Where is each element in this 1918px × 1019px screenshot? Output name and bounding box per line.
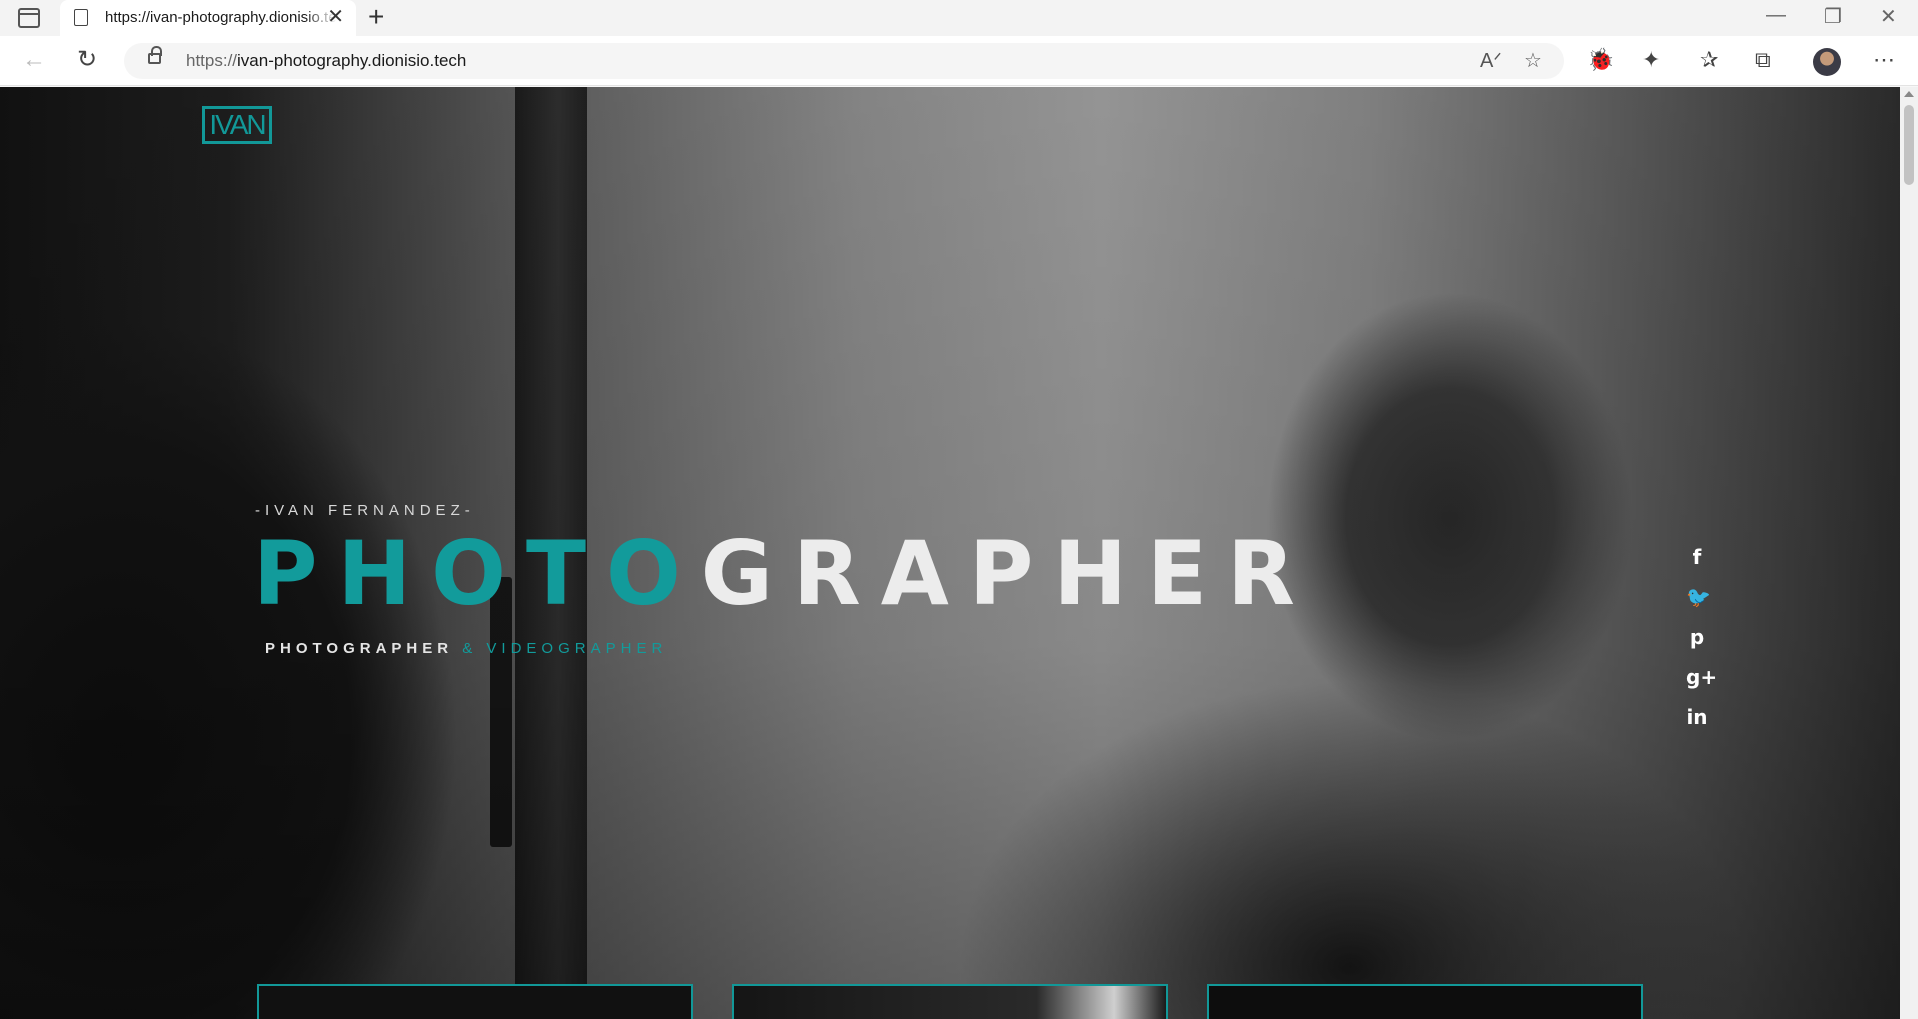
hero-section: IVAN -IVAN FERNANDEZ- PHOTOGRAPHER PHOTO…: [0, 87, 1900, 1019]
twitter-icon[interactable]: 🐦: [1686, 577, 1711, 617]
extension-icon[interactable]: 🐞: [1587, 46, 1614, 74]
site-logo[interactable]: IVAN: [202, 106, 272, 144]
puzzle-icon[interactable]: ✦: [1642, 46, 1660, 74]
browser-toolbar: ← ↻ https://ivan-photography.dionisio.te…: [0, 36, 1918, 86]
browser-tab[interactable]: https://ivan-photography.dionisio.tech ✕: [60, 0, 356, 36]
tagline-plain: PHOTOGRAPHER: [265, 640, 454, 657]
scroll-up-icon[interactable]: [1904, 91, 1914, 97]
portfolio-card-2[interactable]: [732, 984, 1168, 1019]
favorites-icon[interactable]: ✰: [1700, 46, 1718, 74]
tab-bar: https://ivan-photography.dionisio.tech ✕…: [0, 0, 1918, 36]
restore-icon[interactable]: ❐: [1824, 4, 1842, 29]
hero-title-rest: GRAPHER: [700, 522, 1315, 625]
window-close-icon[interactable]: ✕: [1880, 4, 1897, 29]
back-icon[interactable]: ←: [22, 46, 46, 74]
profile-avatar[interactable]: [1813, 48, 1841, 76]
hero-title: PHOTOGRAPHER: [253, 524, 1315, 624]
google-plus-icon[interactable]: g+: [1686, 657, 1717, 697]
address-bar[interactable]: https://ivan-photography.dionisio.tech A…: [124, 43, 1564, 79]
portfolio-card-1[interactable]: [257, 984, 693, 1019]
tagline-accent: & VIDEOGRAPHER: [453, 640, 668, 657]
hero-title-accent: PHOTO: [253, 522, 701, 625]
read-aloud-icon[interactable]: A͏ᐟ: [1480, 48, 1502, 73]
refresh-icon[interactable]: ↻: [77, 46, 97, 74]
page-scrollbar[interactable]: [1900, 87, 1918, 1019]
social-links: f 🐦 p g+ in: [1686, 537, 1717, 737]
portfolio-card-3[interactable]: [1207, 984, 1643, 1019]
linkedin-icon[interactable]: in: [1686, 697, 1708, 737]
favorite-add-icon[interactable]: ☆: [1524, 48, 1542, 73]
facebook-icon[interactable]: f: [1686, 537, 1708, 577]
new-tab-icon[interactable]: +: [368, 2, 384, 32]
close-icon[interactable]: ✕: [327, 7, 344, 27]
more-icon[interactable]: ⋯: [1873, 46, 1895, 74]
minimize-icon[interactable]: —: [1766, 4, 1786, 27]
lock-icon[interactable]: [148, 46, 162, 64]
pinterest-icon[interactable]: p: [1686, 617, 1708, 657]
hero-eyebrow: -IVAN FERNANDEZ-: [255, 502, 475, 519]
hero-tagline: PHOTOGRAPHER & VIDEOGRAPHER: [265, 640, 667, 657]
page-icon: [74, 9, 88, 26]
scroll-thumb[interactable]: [1904, 105, 1914, 185]
sidebar-icon[interactable]: [18, 8, 40, 28]
tab-title: https://ivan-photography.dionisio.tech: [105, 9, 337, 26]
url-text[interactable]: https://ivan-photography.dionisio.tech: [186, 51, 466, 71]
collections-icon[interactable]: ⧉: [1755, 46, 1771, 74]
